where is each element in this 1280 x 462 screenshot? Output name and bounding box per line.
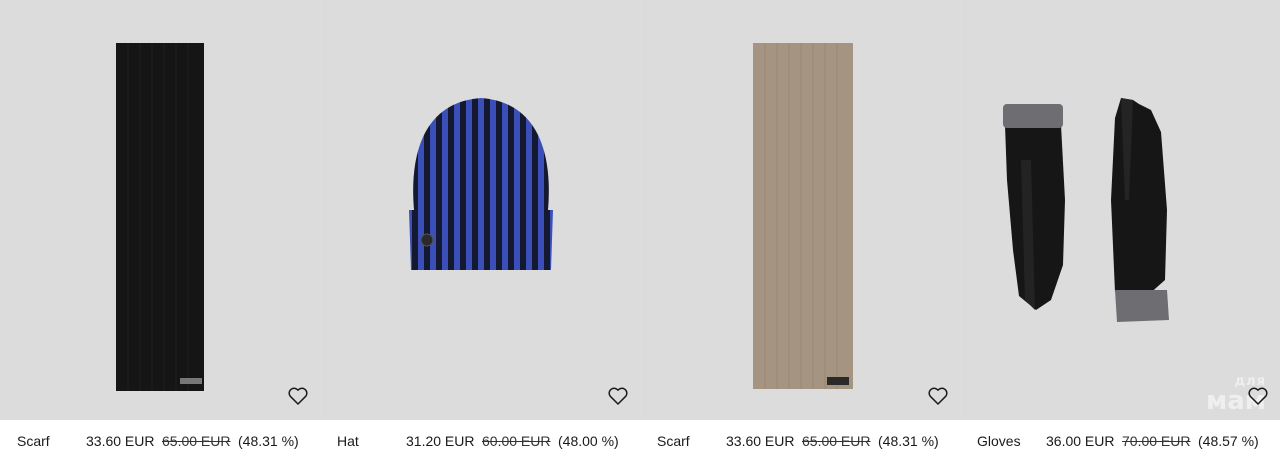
discount-percent: (48.31 %) bbox=[238, 433, 299, 449]
product-card[interactable]: Scarf 33.60 EUR 65.00 EUR (48.31 %) bbox=[640, 0, 960, 462]
product-image[interactable] bbox=[320, 0, 640, 420]
product-name[interactable]: Scarf bbox=[17, 433, 50, 449]
sale-price: 31.20 EUR bbox=[406, 433, 475, 449]
discount-percent: (48.00 %) bbox=[558, 433, 619, 449]
original-price: 65.00 EUR bbox=[162, 433, 231, 449]
product-name[interactable]: Hat bbox=[337, 433, 359, 449]
product-info[interactable]: Gloves 36.00 EUR 70.00 EUR (48.57 %) bbox=[960, 420, 1280, 462]
heart-outline-icon[interactable] bbox=[288, 387, 310, 409]
product-name[interactable]: Gloves bbox=[977, 433, 1021, 449]
leather-gloves-image bbox=[1003, 98, 1169, 322]
sale-price: 33.60 EUR bbox=[726, 433, 795, 449]
product-card[interactable]: Hat 31.20 EUR 60.00 EUR (48.00 %) bbox=[320, 0, 640, 462]
product-image[interactable] bbox=[0, 0, 320, 420]
heart-outline-icon[interactable] bbox=[928, 387, 950, 409]
original-price: 70.00 EUR bbox=[1122, 433, 1191, 449]
heart-outline-icon[interactable] bbox=[608, 387, 630, 409]
product-image[interactable]: для мам bbox=[960, 0, 1280, 420]
discount-percent: (48.57 %) bbox=[1198, 433, 1259, 449]
taupe-scarf-image bbox=[753, 43, 853, 389]
heart-outline-icon[interactable] bbox=[1248, 387, 1270, 409]
product-card[interactable]: для мам Gloves 36.00 EUR 70.00 EUR (48.5… bbox=[960, 0, 1280, 462]
product-name[interactable]: Scarf bbox=[657, 433, 690, 449]
sale-price: 33.60 EUR bbox=[86, 433, 155, 449]
black-scarf-image bbox=[116, 43, 204, 391]
discount-percent: (48.31 %) bbox=[878, 433, 939, 449]
blue-beanie-image bbox=[409, 98, 553, 270]
product-grid: Scarf 33.60 EUR 65.00 EUR (48.31 %) Hat … bbox=[0, 0, 1280, 462]
product-info[interactable]: Scarf 33.60 EUR 65.00 EUR (48.31 %) bbox=[640, 420, 960, 462]
product-card[interactable]: Scarf 33.60 EUR 65.00 EUR (48.31 %) bbox=[0, 0, 320, 462]
original-price: 60.00 EUR bbox=[482, 433, 551, 449]
sale-price: 36.00 EUR bbox=[1046, 433, 1115, 449]
product-image[interactable] bbox=[640, 0, 960, 420]
product-info[interactable]: Hat 31.20 EUR 60.00 EUR (48.00 %) bbox=[320, 420, 640, 462]
product-info[interactable]: Scarf 33.60 EUR 65.00 EUR (48.31 %) bbox=[0, 420, 320, 462]
original-price: 65.00 EUR bbox=[802, 433, 871, 449]
